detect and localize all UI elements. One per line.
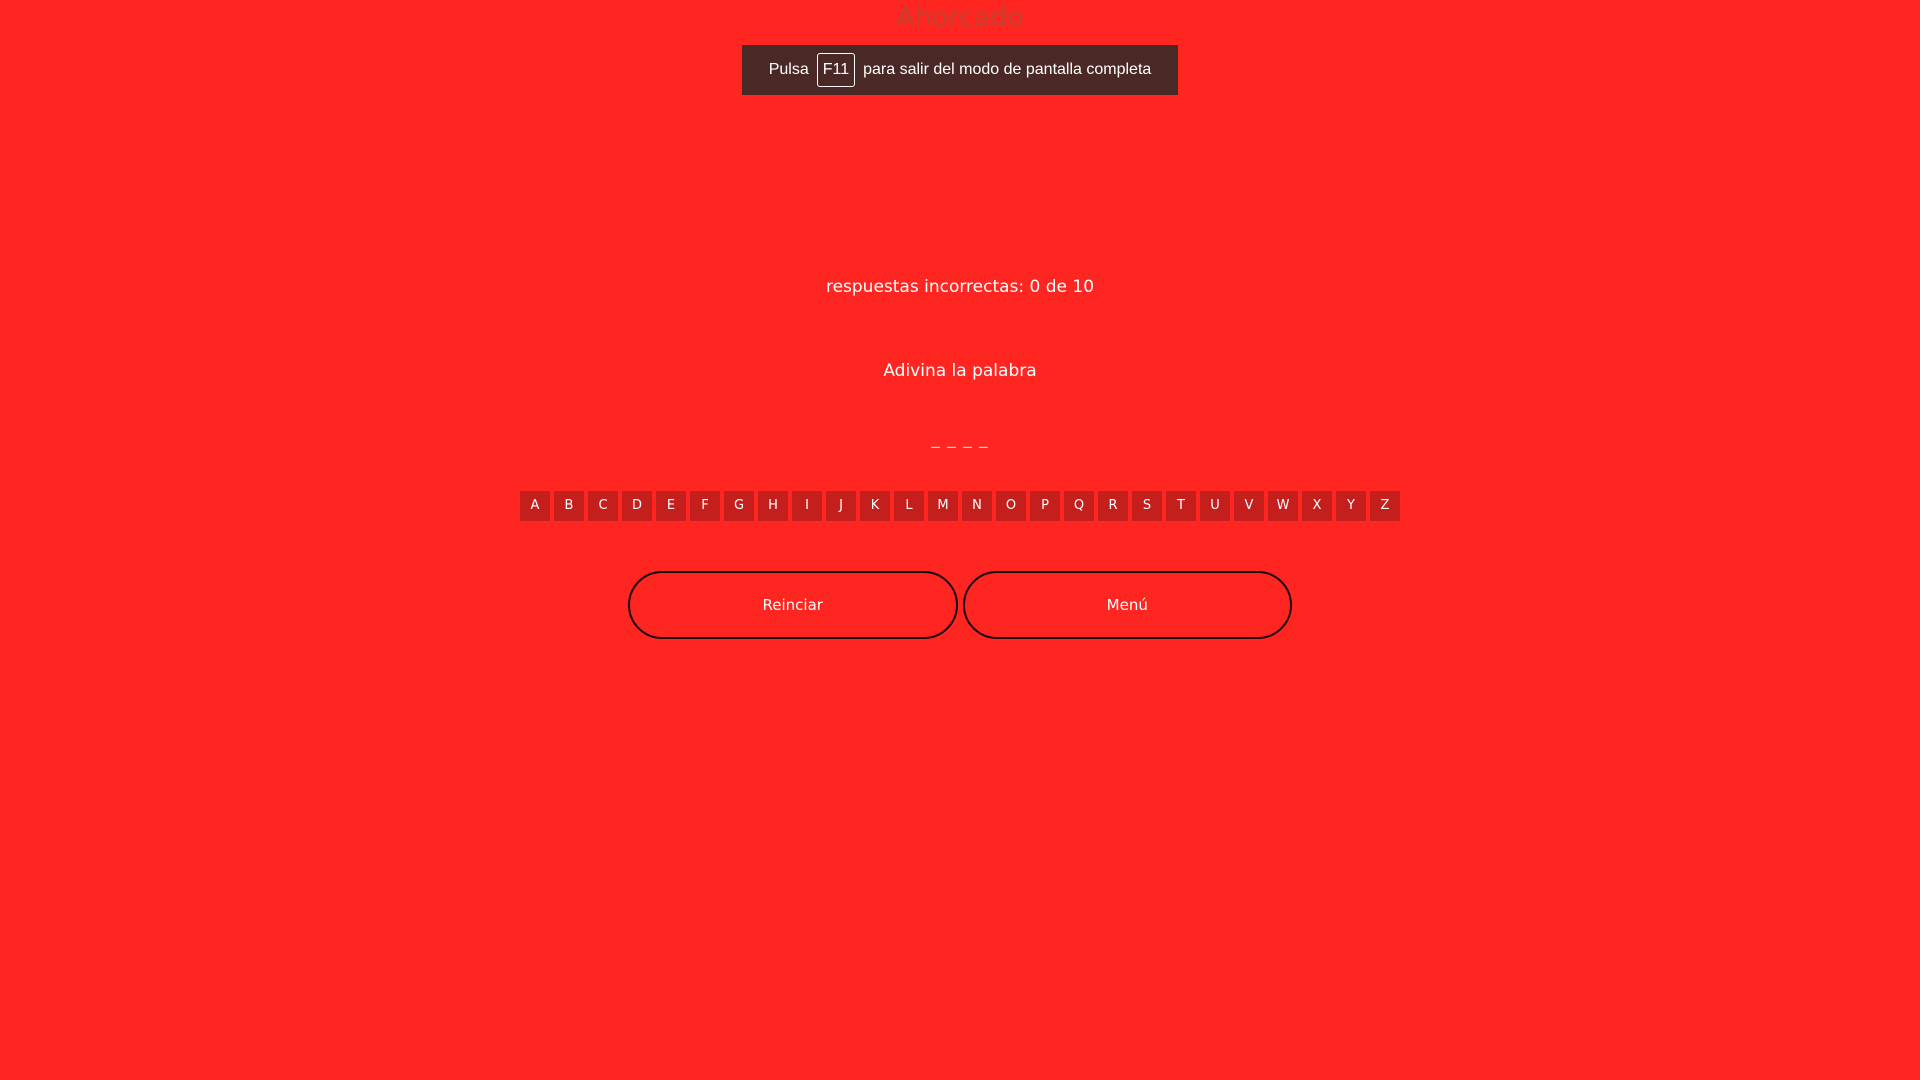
- letter-button-c[interactable]: C: [588, 491, 618, 521]
- letter-button-b[interactable]: B: [554, 491, 584, 521]
- letter-button-w[interactable]: W: [1268, 491, 1298, 521]
- letter-button-y[interactable]: Y: [1336, 491, 1366, 521]
- game-actions: Reinciar Menú: [628, 571, 1292, 639]
- letter-button-a[interactable]: A: [520, 491, 550, 521]
- letter-button-j[interactable]: J: [826, 491, 856, 521]
- page-title: Ahorcado: [896, 2, 1024, 33]
- fullscreen-notice-suffix: para salir del modo de pantalla completa: [863, 61, 1152, 78]
- letter-button-v[interactable]: V: [1234, 491, 1264, 521]
- letter-button-s[interactable]: S: [1132, 491, 1162, 521]
- wrong-answers-counter: respuestas incorrectas: 0 de 10: [825, 277, 1095, 297]
- guess-prompt: Adivina la palabra: [883, 361, 1037, 381]
- letter-button-r[interactable]: R: [1098, 491, 1128, 521]
- letter-button-d[interactable]: D: [622, 491, 652, 521]
- letter-button-n[interactable]: N: [962, 491, 992, 521]
- fullscreen-notice: Pulsa F11 para salir del modo de pantall…: [742, 45, 1178, 95]
- letter-button-l[interactable]: L: [894, 491, 924, 521]
- letter-button-f[interactable]: F: [690, 491, 720, 521]
- letter-button-q[interactable]: Q: [1064, 491, 1094, 521]
- letter-button-h[interactable]: H: [758, 491, 788, 521]
- letter-button-z[interactable]: Z: [1370, 491, 1400, 521]
- menu-button[interactable]: Menú: [962, 571, 1292, 639]
- restart-button[interactable]: Reinciar: [628, 571, 958, 639]
- letter-button-m[interactable]: M: [928, 491, 958, 521]
- hidden-word: _ _ _ _: [931, 429, 989, 449]
- fullscreen-notice-prefix: Pulsa: [768, 61, 809, 78]
- f11-key-badge: F11: [816, 53, 856, 87]
- letter-button-t[interactable]: T: [1166, 491, 1196, 521]
- letter-button-x[interactable]: X: [1302, 491, 1332, 521]
- letter-button-p[interactable]: P: [1030, 491, 1060, 521]
- letter-button-o[interactable]: O: [996, 491, 1026, 521]
- letter-keyboard: A B C D E F G H I J K L M N O P Q R S T …: [520, 491, 1400, 521]
- letter-button-u[interactable]: U: [1200, 491, 1230, 521]
- letter-button-i[interactable]: I: [792, 491, 822, 521]
- hangman-page: Ahorcado Pulsa F11 para salir del modo d…: [0, 0, 1920, 1080]
- letter-button-g[interactable]: G: [724, 491, 754, 521]
- letter-button-e[interactable]: E: [656, 491, 686, 521]
- letter-button-k[interactable]: K: [860, 491, 890, 521]
